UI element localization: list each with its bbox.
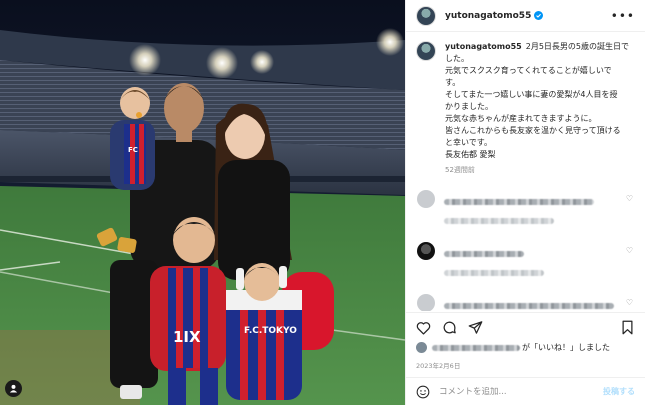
tagged-users-button[interactable] xyxy=(5,380,22,397)
caption-line: かりました。 xyxy=(445,102,493,111)
bookmark-icon[interactable] xyxy=(620,320,635,335)
blurred-comment-text xyxy=(444,218,554,224)
more-options-icon[interactable]: ••• xyxy=(611,9,635,23)
post-detail-pane: yutonagatomo55 ••• yutonagatomo55 2月5日長男の… xyxy=(405,0,645,405)
blurred-comment-text xyxy=(444,251,524,257)
blurred-comment-text xyxy=(444,303,614,309)
comment-like-icon[interactable]: ♡ xyxy=(626,246,633,255)
comment-item: ♡ xyxy=(416,190,635,228)
stadium-family-photo: FC 1IX F.C.TOKYO xyxy=(0,0,405,405)
caption-line: そしてまた一つ嬉しい事に妻の愛梨が4人目を授 xyxy=(445,90,618,99)
post-photo[interactable]: FC 1IX F.C.TOKYO xyxy=(0,0,405,405)
verified-badge-icon xyxy=(534,11,544,20)
caption: yutonagatomo55 2月5日長男の5歳の誕生日で した。 元気でスクスク… xyxy=(416,41,635,176)
add-comment-input[interactable] xyxy=(439,386,603,397)
commenter-avatar[interactable] xyxy=(417,242,435,260)
caption-line: 長友佑都 愛梨 xyxy=(445,150,496,159)
comment-item: ♡ xyxy=(416,242,635,280)
caption-username[interactable]: yutonagatomo55 xyxy=(445,42,522,51)
blurred-liker-names xyxy=(432,344,520,351)
svg-text:FC: FC xyxy=(128,146,138,154)
caption-line: 皆さんこれからも長友家を温かく見守って頂ける xyxy=(445,126,621,135)
emoji-icon[interactable] xyxy=(416,385,430,399)
svg-text:1IX: 1IX xyxy=(173,328,201,346)
blurred-comment-text xyxy=(444,199,594,205)
caption-line: 元気でスクスク育ってくれてることが嬉しいで xyxy=(445,66,612,75)
commenter-avatar[interactable] xyxy=(417,294,435,311)
caption-line: す。 xyxy=(445,78,461,87)
author-username[interactable]: yutonagatomo55 xyxy=(445,11,531,21)
send-icon[interactable] xyxy=(468,320,483,335)
blurred-comment-text xyxy=(444,270,544,276)
author-avatar[interactable] xyxy=(416,5,436,26)
caption-line: 元気な赤ちゃんが産まれてきますように。 xyxy=(445,114,597,123)
post-date: 2023年2月6日 xyxy=(416,362,461,370)
comment-like-icon[interactable]: ♡ xyxy=(626,194,633,203)
comment-like-icon[interactable]: ♡ xyxy=(626,298,633,307)
svg-text:F.C.TOKYO: F.C.TOKYO xyxy=(244,326,297,336)
post-comment-button[interactable]: 投稿する xyxy=(603,386,635,397)
caption-line: と幸いです。 xyxy=(445,138,492,147)
caption-line: 2月5日長男の5歳の誕生日で xyxy=(525,42,630,51)
user-icon xyxy=(9,384,18,393)
comment-icon[interactable] xyxy=(442,320,457,335)
liker-avatar xyxy=(416,342,427,353)
post-actions-bar xyxy=(406,312,645,342)
caption-timestamp: 52週間前 xyxy=(445,166,475,174)
caption-author-avatar[interactable] xyxy=(416,41,436,61)
heart-icon[interactable] xyxy=(416,320,431,335)
likes-summary[interactable]: が「いいね！」しました xyxy=(416,342,639,353)
commenter-avatar[interactable] xyxy=(417,190,435,208)
comments-list: yutonagatomo55 2月5日長男の5歳の誕生日で した。 元気でスクスク… xyxy=(406,33,645,311)
comment-item: ♡ xyxy=(416,294,635,311)
likes-text: が「いいね！」しました xyxy=(522,343,610,352)
caption-line: した。 xyxy=(445,54,469,63)
post-header: yutonagatomo55 ••• xyxy=(406,0,645,32)
add-comment-bar: 投稿する xyxy=(406,377,645,405)
